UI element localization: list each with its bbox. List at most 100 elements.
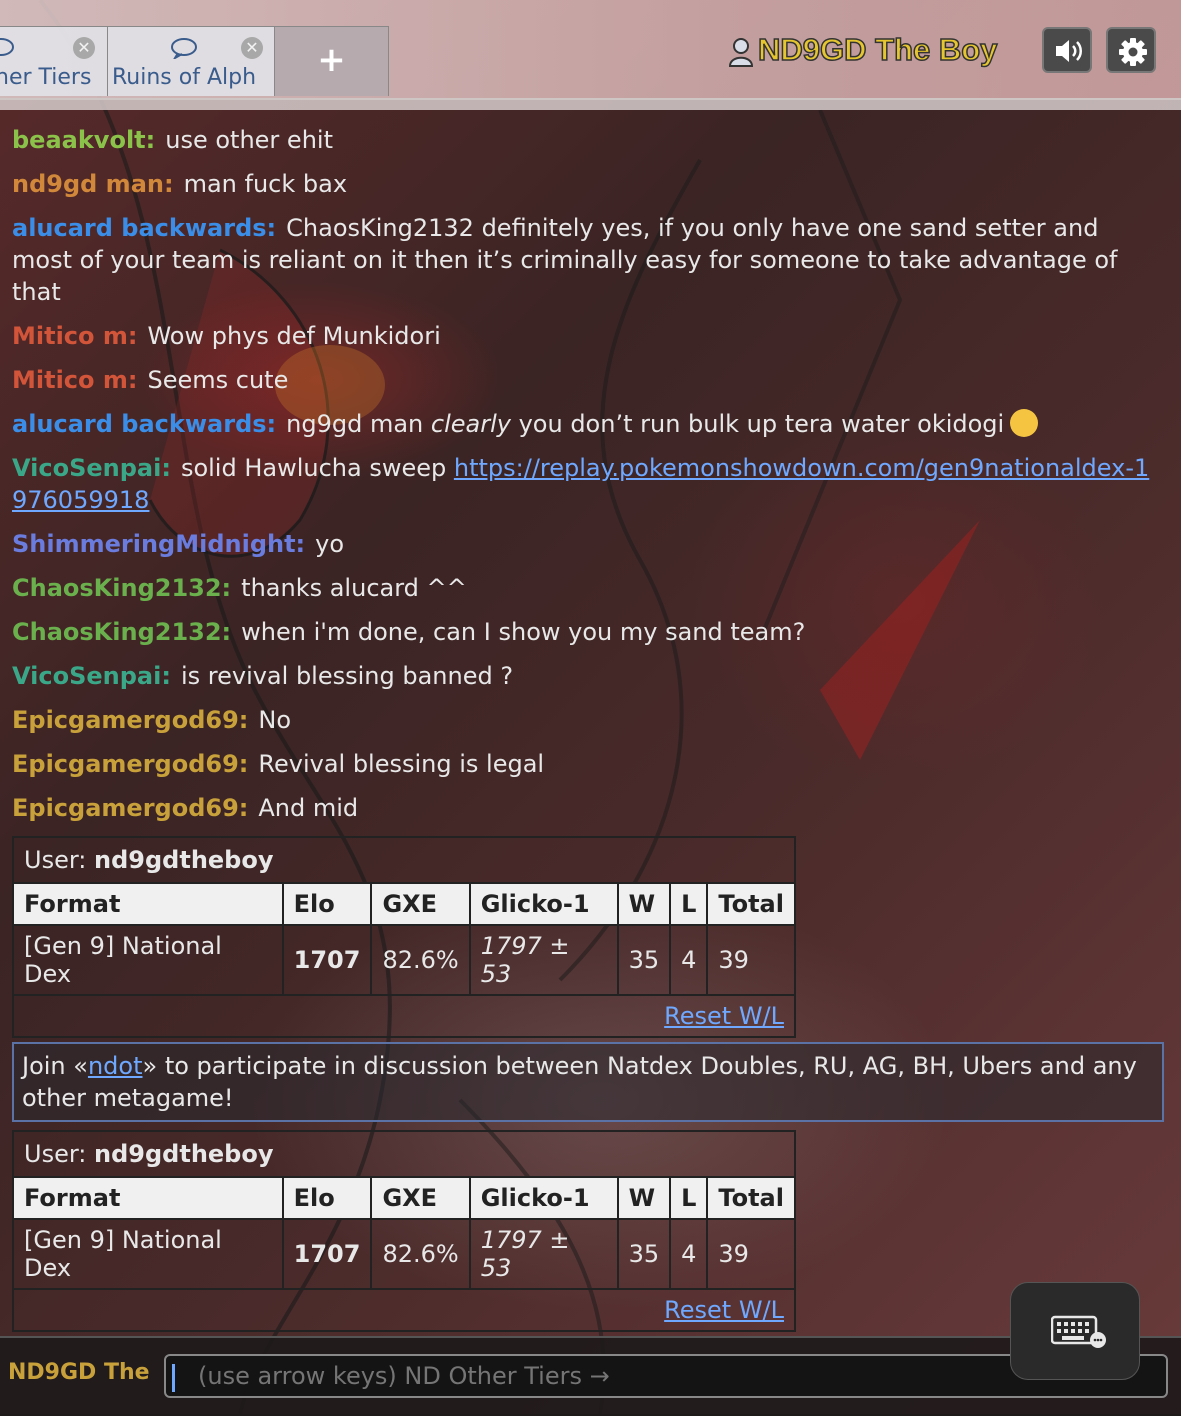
room-notice: Join «ndot» to participate in discussion… <box>12 1042 1164 1122</box>
reset-wl-link[interactable]: Reset W/L <box>664 1002 784 1030</box>
ranking-username: nd9gdtheboy <box>94 846 274 874</box>
tab-ruins-of-alph[interactable]: ✕ Ruins of Alph <box>107 26 275 96</box>
message-author[interactable]: Epicgamergod69: <box>12 794 248 822</box>
text-caret <box>172 1364 175 1392</box>
cell-total: 39 <box>706 1218 796 1290</box>
message-text: man fuck bax <box>183 170 348 198</box>
message-author[interactable]: beaakvolt: <box>12 126 155 154</box>
cell-losses: 4 <box>669 924 709 996</box>
chat-message: Epicgamergod69: No <box>12 704 1162 736</box>
message-author[interactable]: VicoSenpai: <box>12 454 171 482</box>
header-elo: Elo <box>281 882 373 926</box>
ranking-table: User: nd9gdtheboy Format Elo GXE Glicko-… <box>12 836 796 1038</box>
smirk-emoji-icon <box>1010 409 1039 437</box>
chat-message: ChaosKing2132: when i'm done, can I show … <box>12 616 1162 648</box>
message-author[interactable]: Mitico m: <box>12 366 137 394</box>
message-emphasis: clearly <box>430 410 511 438</box>
chat-input-bar: ND9GD The <box>0 1336 1181 1416</box>
message-text: yo <box>315 530 345 558</box>
keyboard-button[interactable] <box>1010 1282 1140 1380</box>
message-author[interactable]: ChaosKing2132: <box>12 618 231 646</box>
table-row: [Gen 9] National Dex 1707 82.6% 1797 ± 5… <box>12 924 796 996</box>
message-text: use other ehit <box>165 126 333 154</box>
chat-message: Epicgamergod69: Revival blessing is legal <box>12 748 1162 780</box>
cell-glicko: 1797 ± 53 <box>468 1218 619 1290</box>
input-username[interactable]: ND9GD The <box>8 1360 150 1385</box>
cell-gxe: 82.6% <box>370 1218 471 1290</box>
reset-cell: Reset W/L <box>12 994 796 1038</box>
cell-gxe: 82.6% <box>370 924 471 996</box>
user-icon <box>728 37 754 67</box>
message-text: is revival blessing banned ? <box>180 662 514 690</box>
ranking-user-cell: User: nd9gdtheboy <box>12 1130 796 1178</box>
message-author[interactable]: alucard backwards: <box>12 410 276 438</box>
cell-wins: 35 <box>616 924 672 996</box>
header-total: Total <box>706 1176 796 1220</box>
current-user-button[interactable]: ND9GD The Boy <box>728 31 998 68</box>
cell-format: [Gen 9] National Dex <box>12 924 284 996</box>
chat-message: beaakvolt: use other ehit <box>12 124 1162 156</box>
header-glicko: Glicko-1 <box>468 882 619 926</box>
cell-glicko: 1797 ± 53 <box>468 924 619 996</box>
header-gxe: GXE <box>370 1176 471 1220</box>
message-author[interactable]: alucard backwards: <box>12 214 276 242</box>
chat-message: alucard backwards: ng9gd man clearly you … <box>12 408 1162 440</box>
new-tab-button[interactable]: + <box>274 26 389 96</box>
message-text: when i'm done, can I show you my sand te… <box>241 618 806 646</box>
tab-other-tiers[interactable]: ✕ her Tiers <box>0 26 108 96</box>
tab-label: her Tiers <box>0 65 92 90</box>
chat-bubble-icon <box>171 38 197 59</box>
chat-message: alucard backwards: ChaosKing2132 definite… <box>12 212 1162 308</box>
header-elo: Elo <box>281 1176 373 1220</box>
message-author[interactable]: ShimmeringMidnight: <box>12 530 305 558</box>
header-divider <box>0 98 1181 110</box>
header-format: Format <box>12 1176 284 1220</box>
header-losses: L <box>669 1176 709 1220</box>
chat-message: ShimmeringMidnight: yo <box>12 528 1162 560</box>
cell-total: 39 <box>706 924 796 996</box>
cell-wins: 35 <box>616 1218 672 1290</box>
ndot-room-link[interactable]: ndot <box>88 1052 143 1080</box>
message-author[interactable]: ChaosKing2132: <box>12 574 231 602</box>
cell-format: [Gen 9] National Dex <box>12 1218 284 1290</box>
settings-button[interactable] <box>1106 27 1156 73</box>
reset-wl-link[interactable]: Reset W/L <box>664 1296 784 1324</box>
ranking-user-cell: User: nd9gdtheboy <box>12 836 796 884</box>
message-author[interactable]: Epicgamergod69: <box>12 706 248 734</box>
user-label: User: <box>24 1140 87 1168</box>
cell-elo: 1707 <box>281 1218 373 1290</box>
message-text: No <box>258 706 292 734</box>
message-author[interactable]: VicoSenpai: <box>12 662 171 690</box>
gear-icon <box>1119 38 1147 66</box>
header-format: Format <box>12 882 284 926</box>
ranking-table: User: nd9gdtheboy Format Elo GXE Glicko-… <box>12 1130 796 1332</box>
chat-message: nd9gd man: man fuck bax <box>12 168 1162 200</box>
message-author[interactable]: Mitico m: <box>12 322 137 350</box>
close-tab-icon[interactable]: ✕ <box>73 37 95 59</box>
speaker-icon <box>1056 40 1082 62</box>
chat-bubble-icon <box>0 38 14 56</box>
message-text: And mid <box>258 794 359 822</box>
table-row: [Gen 9] National Dex 1707 82.6% 1797 ± 5… <box>12 1218 796 1290</box>
message-text: solid Hawlucha sweep <box>180 454 454 482</box>
cell-losses: 4 <box>669 1218 709 1290</box>
chat-message: VicoSenpai: is revival blessing banned ? <box>12 660 1162 692</box>
header-total: Total <box>706 882 796 926</box>
current-user-name: ND9GD The Boy <box>757 31 998 68</box>
message-author[interactable]: Epicgamergod69: <box>12 750 248 778</box>
user-label: User: <box>24 846 87 874</box>
chat-message: ChaosKing2132: thanks alucard ^^ <box>12 572 1162 604</box>
close-tab-icon[interactable]: ✕ <box>241 37 263 59</box>
header-wins: W <box>616 1176 672 1220</box>
message-text: Seems cute <box>147 366 289 394</box>
tab-label: Ruins of Alph <box>112 65 257 90</box>
message-text: Wow phys def Munkidori <box>147 322 441 350</box>
chat-message: Epicgamergod69: And mid <box>12 792 1162 824</box>
sound-button[interactable] <box>1042 27 1092 73</box>
message-text: you don’t run bulk up tera water okidogi <box>510 410 1005 438</box>
message-author[interactable]: nd9gd man: <box>12 170 174 198</box>
chat-message: Mitico m: Seems cute <box>12 364 1162 396</box>
header-wins: W <box>616 882 672 926</box>
chat-log: beaakvolt: use other ehit nd9gd man: man f… <box>12 124 1162 1050</box>
notice-text: Join « <box>22 1052 88 1080</box>
